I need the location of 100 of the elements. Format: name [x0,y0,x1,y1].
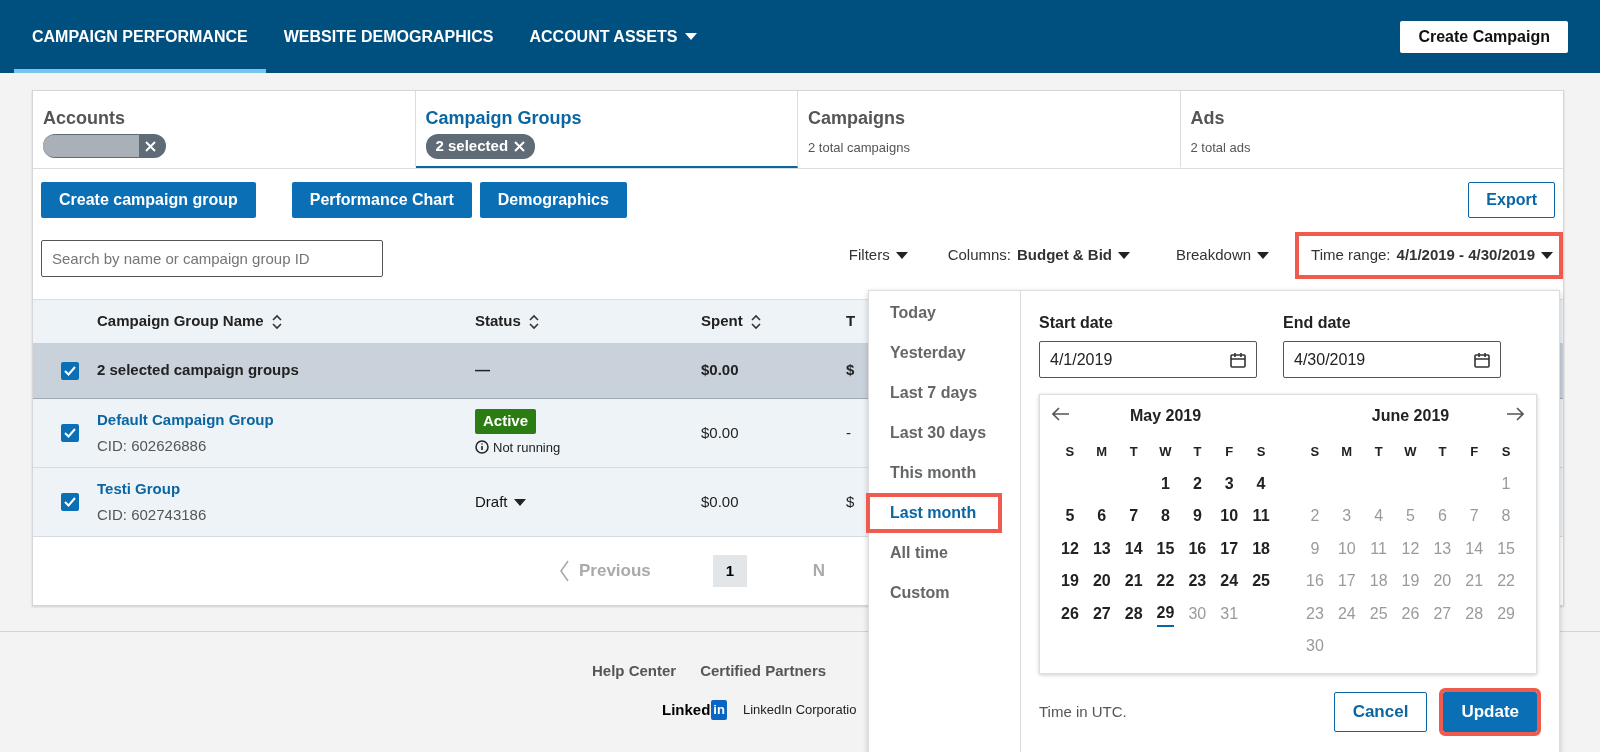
level-tab[interactable]: Accounts [33,91,416,168]
caret-icon [513,498,526,506]
calendar-day[interactable]: 21 [1124,569,1143,594]
calendar-day: 15 [1497,536,1515,561]
calendar-day[interactable]: 7 [1129,504,1139,529]
calendar-day[interactable]: 25 [1252,569,1270,594]
calendar-day[interactable]: 3 [1224,471,1234,496]
breakdown-dropdown[interactable]: Breakdown [1168,240,1278,271]
weekday-label: T [1129,442,1138,461]
level-tab[interactable]: Ads 2 total ads [1180,91,1563,168]
group-name-link[interactable]: Default Campaign Group [97,410,274,428]
calendar-day[interactable]: 23 [1188,569,1207,594]
summary-label: 2 selected campaign groups [97,360,300,381]
filter-chip[interactable]: 2 selected [425,134,536,159]
calendar-day[interactable]: 13 [1092,536,1111,561]
calendar-icon[interactable] [1230,351,1246,368]
weekday-label: T [1374,442,1383,461]
calendar-day[interactable]: 6 [1097,504,1107,529]
export-button[interactable]: Export [1468,182,1555,218]
calendar-day[interactable]: 16 [1188,536,1207,561]
calendar-day: 29 [1497,601,1515,626]
preset-option[interactable]: Yesterday [870,337,998,369]
level-tab[interactable]: Campaign Groups 2 selected [415,91,798,168]
start-date-field[interactable]: 4/1/2019 [1039,341,1257,378]
calendar-day: 30 [1306,634,1324,659]
calendar-day: 11 [1370,536,1387,561]
action-button[interactable]: Create campaign group [41,182,256,218]
level-tab[interactable]: Campaigns 2 total campaigns [798,91,1181,168]
checkbox[interactable] [61,493,79,511]
action-button[interactable]: Performance Chart [291,182,472,218]
end-date-field[interactable]: 4/30/2019 [1283,341,1501,378]
footer-link[interactable]: Help Center [592,660,677,683]
sort-icon[interactable] [271,313,282,330]
calendar-icon[interactable] [1474,351,1490,368]
preset-option[interactable]: This month [870,457,998,489]
calendar-day[interactable]: 12 [1061,536,1079,561]
weekday-label: S [1501,442,1511,461]
close-icon[interactable] [145,140,156,152]
arrow-right-icon[interactable] [1506,407,1524,421]
preset-option[interactable]: Last 7 days [870,377,998,409]
calendar-day[interactable]: 9 [1192,504,1202,529]
calendar-day[interactable]: 15 [1156,536,1175,561]
search-field[interactable]: Search by name or campaign group ID [41,240,383,277]
calendar-day: 8 [1501,504,1511,529]
calendar-day[interactable]: 18 [1252,536,1270,561]
calendar-day: 19 [1401,569,1420,594]
weekday-label: W [1159,442,1172,461]
sort-icon[interactable] [528,313,539,330]
calendar-day: 24 [1337,601,1356,626]
tab-title: Ads [1190,107,1226,130]
calendar-day[interactable]: 11 [1252,504,1270,529]
status-badge: Active [475,409,537,434]
nav-tab[interactable]: CAMPAIGN PERFORMANCE [14,0,266,73]
weekday-label: T [1438,442,1447,461]
checkbox[interactable] [61,424,79,442]
footer-link[interactable]: Certified Partners [700,660,827,683]
weekday-label: W [1404,442,1417,461]
calendar-day[interactable]: 29 [1156,600,1175,627]
calendar-day[interactable]: 20 [1092,569,1111,594]
create-campaign-button[interactable]: Create Campaign [1400,20,1568,53]
group-name-link[interactable]: Testi Group [97,479,181,497]
nav-tab[interactable]: ACCOUNT ASSETS [511,0,716,73]
checkbox[interactable] [61,361,79,380]
calendar-day: 16 [1306,569,1324,594]
calendar-day[interactable]: 4 [1256,471,1266,496]
calendar-day[interactable]: 14 [1124,536,1143,561]
nav-tab[interactable]: WEBSITE DEMOGRAPHICS [265,0,512,73]
arrow-left-icon[interactable] [1052,407,1070,421]
columns-dropdown[interactable]: Columns: Budget & Bid [939,240,1138,271]
calendar-day[interactable]: 5 [1065,504,1075,529]
filters-dropdown[interactable]: Filters [840,240,916,271]
status-dropdown[interactable]: Draft [475,490,526,514]
calendar-day[interactable]: 26 [1061,601,1079,626]
calendar-day[interactable]: 1 [1161,471,1170,496]
calendar-day: 3 [1342,504,1352,529]
calendar-day[interactable]: 27 [1092,601,1111,626]
preset-option[interactable]: All time [870,537,998,569]
calendar-day[interactable]: 19 [1061,569,1079,594]
preset-option[interactable]: Last 30 days [870,417,998,449]
tab-title: Campaign Groups [425,107,583,130]
filter-chip[interactable] [43,134,166,158]
calendar-day[interactable]: 28 [1124,601,1143,626]
preset-option[interactable]: Today [870,297,998,329]
calendar-day[interactable]: 17 [1220,536,1239,561]
calendar-day: 4 [1374,504,1384,529]
page-button[interactable]: 1 [712,555,747,587]
preset-option[interactable]: Custom [870,577,998,609]
action-button[interactable]: Demographics [479,182,627,218]
sort-icon[interactable] [750,313,761,330]
close-icon[interactable] [514,140,526,152]
calendar-day[interactable]: 22 [1156,569,1175,594]
calendar-day[interactable]: 2 [1192,471,1202,496]
cancel-button[interactable]: Cancel [1333,692,1428,732]
calendar-day[interactable]: 10 [1220,504,1239,529]
calendar-day[interactable]: 24 [1220,569,1239,594]
calendar-day[interactable]: 8 [1161,504,1170,529]
calendar-day: 18 [1369,569,1388,594]
weekday-label: T [1193,442,1202,461]
time-range-dropdown[interactable]: Time range: 4/1/2019 - 4/30/2019 [1299,236,1559,275]
calendar-day: 6 [1437,504,1447,529]
